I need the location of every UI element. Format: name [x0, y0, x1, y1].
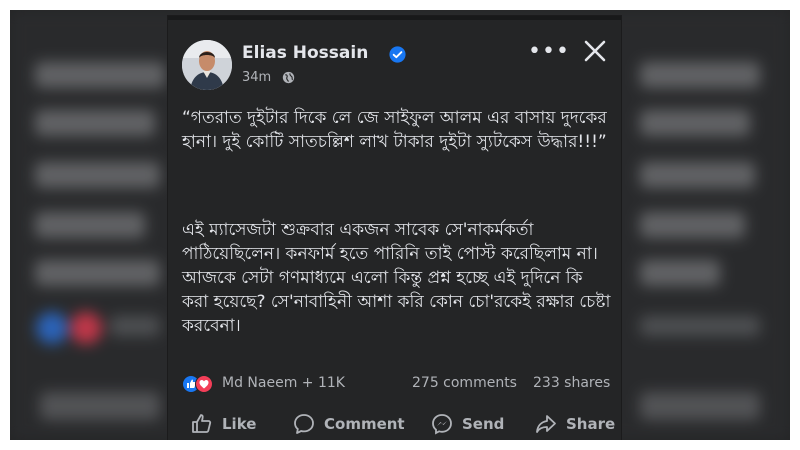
thumbs-up-icon [192, 414, 212, 433]
more-options-icon[interactable]: ••• [528, 41, 569, 66]
close-icon[interactable] [580, 36, 610, 66]
post-text-quote: “গতরাত দুইটার দিকে লে জে সাইফুল আলম এর ব… [182, 108, 607, 152]
post-card: Elias Hossain 34m ••• “গতরাত দুইটার দিকে… [168, 16, 621, 440]
reactions-summary: Md Naeem + 11K 275 comments 233 shares [182, 373, 612, 395]
comment-bubble-icon [294, 414, 314, 434]
verified-badge-icon [389, 46, 406, 63]
avatar-photo [182, 40, 232, 90]
like-label: Like [222, 415, 257, 433]
post-timestamp[interactable]: 34m [242, 70, 271, 85]
reactors-label[interactable]: Md Naeem + 11K [222, 375, 345, 391]
share-button[interactable]: Share [534, 409, 615, 439]
love-reaction-icon[interactable] [195, 375, 213, 393]
post-actions: Like Comment Send Share [168, 409, 621, 439]
send-label: Send [462, 415, 505, 433]
like-button[interactable]: Like [190, 409, 256, 439]
globe-icon [282, 71, 295, 84]
comments-count[interactable]: 275 comments [412, 375, 517, 391]
send-button[interactable]: Send [430, 409, 504, 439]
author-avatar[interactable] [182, 40, 232, 90]
share-label: Share [566, 415, 616, 433]
screenshot-frame: Elias Hossain 34m ••• “গতরাত দুইটার দিকে… [10, 10, 790, 440]
share-arrow-icon [536, 415, 556, 433]
card-top-edge [168, 16, 621, 20]
post-text-body: এই ম্যাসেজটা শুক্রবার একজন সাবেক সে'নাকর… [182, 220, 611, 336]
shares-count[interactable]: 233 shares [533, 375, 610, 391]
author-name[interactable]: Elias Hossain [242, 43, 368, 63]
comment-button[interactable]: Comment [292, 409, 405, 439]
comment-label: Comment [324, 415, 405, 433]
messenger-icon [432, 414, 452, 435]
